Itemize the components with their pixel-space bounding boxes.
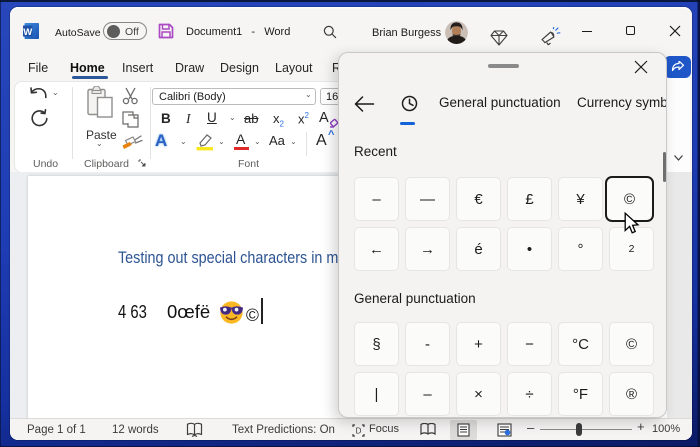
svg-text:D: D <box>356 427 362 436</box>
svg-text:W: W <box>23 27 32 38</box>
